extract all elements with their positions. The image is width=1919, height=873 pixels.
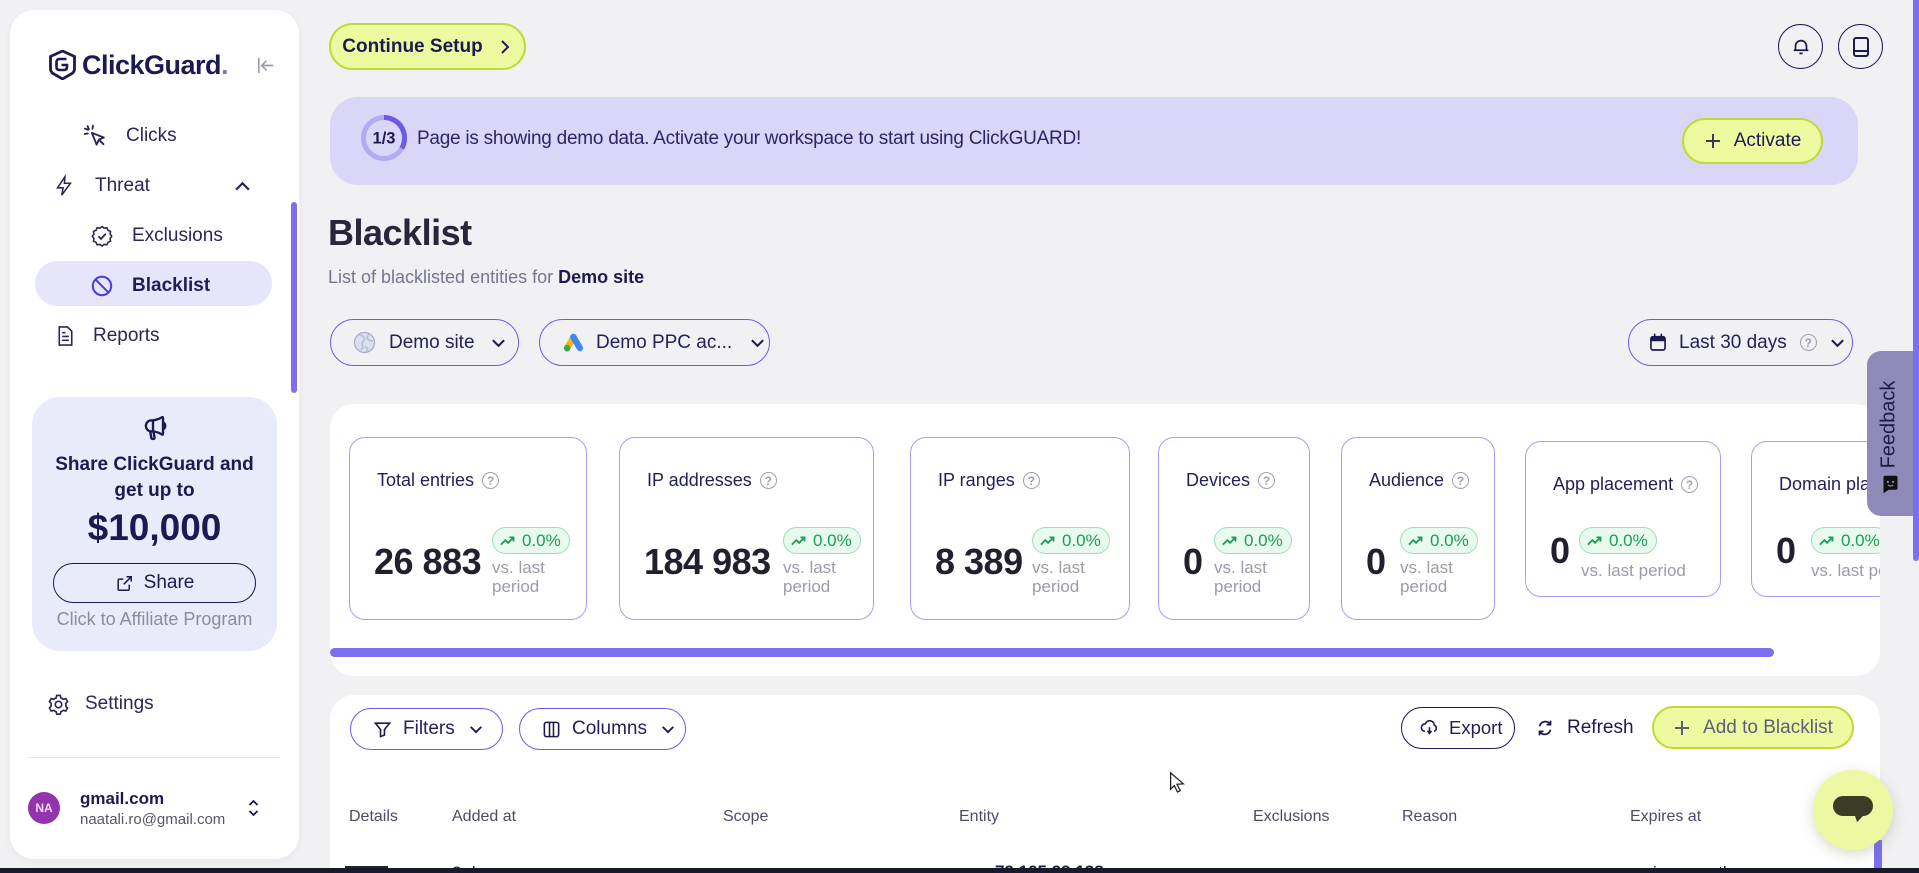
svg-text:1/3: 1/3 [373,130,396,148]
